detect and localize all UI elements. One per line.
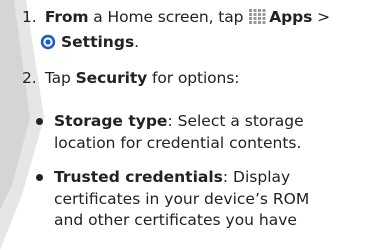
bullet-text: : Display [222, 168, 291, 186]
step-separator: > [312, 8, 330, 26]
step-suffix: for options: [147, 69, 240, 87]
settings-label: Settings [61, 33, 135, 51]
bullet-title: Storage type [54, 112, 168, 130]
step-from-word: From [44, 8, 89, 26]
bullet-text-line: location for credential contents. [54, 133, 302, 152]
bullet-storage-type: Storage type: Select a storage location … [36, 111, 304, 154]
bullet-trusted-credentials: Trusted credentials: Display certificate… [36, 167, 310, 232]
step-1-line-2: Settings. [40, 30, 139, 55]
apps-label: Apps [269, 8, 313, 26]
settings-gear-icon [40, 33, 56, 50]
apps-grid-icon [249, 7, 266, 24]
bullet-text-line: certificates in your device’s ROM [54, 189, 310, 208]
bullet-text: : Select a storage [167, 112, 304, 130]
step-prefix: Tap [44, 69, 76, 87]
step-1: 1. From a Home screen, tap Apps > [22, 5, 330, 30]
step-2: 2. Tap Security for options: [22, 66, 239, 91]
bullet-dot [36, 118, 43, 125]
bullet-title: Trusted credentials [54, 168, 223, 186]
bullet-dot [36, 174, 43, 181]
step-text: a Home screen, tap [88, 8, 249, 26]
step-number: 1. [22, 8, 37, 26]
step-number: 2. [22, 69, 37, 87]
security-label: Security [75, 69, 148, 87]
step-end: . [134, 33, 140, 51]
bullet-text-line: and other certificates you have [54, 211, 297, 229]
